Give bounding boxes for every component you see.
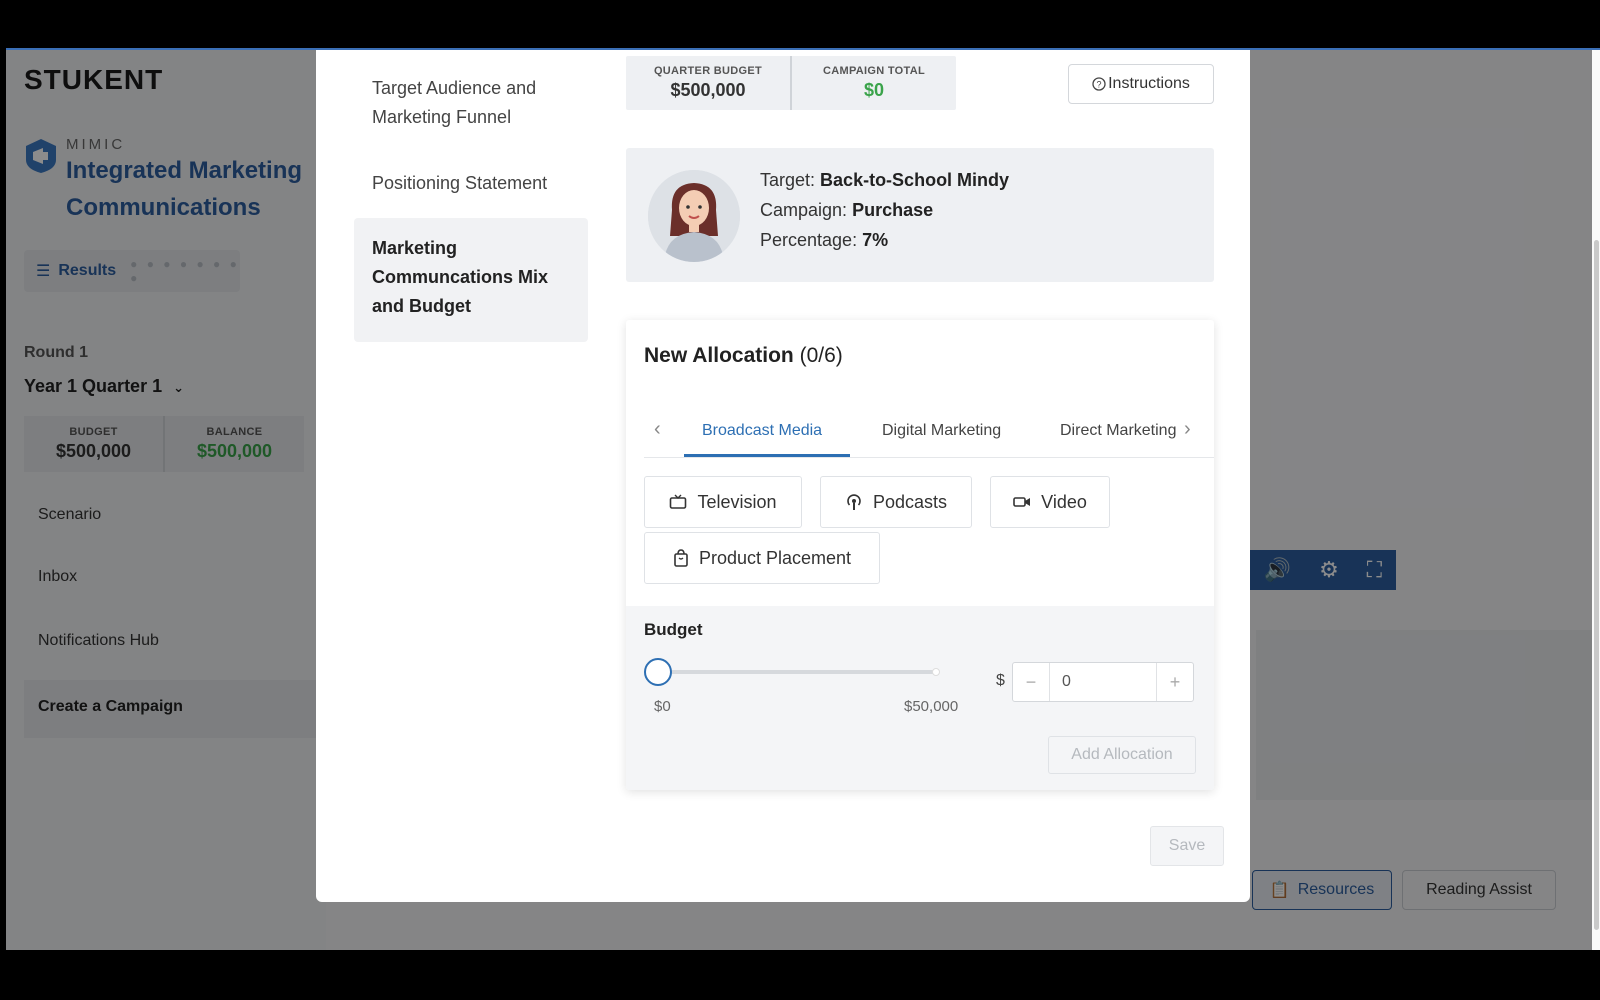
podcast-icon xyxy=(847,494,861,510)
channel-television-button[interactable]: Television xyxy=(644,476,802,528)
decrement-button[interactable]: − xyxy=(1013,663,1049,701)
save-button[interactable]: Save xyxy=(1150,826,1224,866)
persona-avatar xyxy=(648,170,740,262)
svg-text:?: ? xyxy=(1097,80,1102,90)
chevron-left-icon[interactable]: ‹ xyxy=(654,418,661,441)
tab-direct-marketing[interactable]: Direct Marketing xyxy=(1060,422,1184,440)
quarter-budget-value: $500,000 xyxy=(670,80,746,100)
budget-label: Budget xyxy=(644,620,703,639)
quarter-budget-label: QUARTER BUDGET xyxy=(653,65,763,77)
television-icon xyxy=(670,494,687,509)
tab-digital-marketing[interactable]: Digital Marketing xyxy=(882,422,1001,440)
new-allocation-card: New Allocation (0/6) ‹ Broadcast Media D… xyxy=(626,320,1214,790)
allocation-count: (0/6) xyxy=(799,344,843,367)
step-positioning-statement[interactable]: Positioning Statement xyxy=(354,169,614,198)
channel-podcasts-label: Podcasts xyxy=(872,491,948,512)
target-line: Target: Back-to-School Mindy xyxy=(760,170,1009,191)
tab-broadcast-media[interactable]: Broadcast Media xyxy=(702,422,822,440)
percentage-label: Percentage: xyxy=(760,230,858,250)
quarter-budget-stat: QUARTER BUDGET $500,000 xyxy=(626,56,790,110)
active-tab-indicator xyxy=(684,454,850,457)
target-card: Target: Back-to-School Mindy Campaign: P… xyxy=(626,148,1214,282)
slider-max-label: $50,000 xyxy=(904,698,959,715)
budget-slider-handle[interactable] xyxy=(644,658,672,686)
amount-input[interactable]: 0 xyxy=(1049,663,1157,701)
channel-product-placement-label: Product Placement xyxy=(698,547,852,568)
percentage-line: Percentage: 7% xyxy=(760,230,888,251)
channel-video-label: Video xyxy=(1041,491,1087,512)
allocation-title-text: New Allocation xyxy=(644,344,794,367)
scrollbar[interactable] xyxy=(1592,50,1600,950)
budget-slider-track[interactable] xyxy=(660,670,938,674)
slider-min-label: $0 xyxy=(654,698,671,715)
scrollbar-thumb[interactable] xyxy=(1594,240,1599,930)
add-allocation-button[interactable]: Add Allocation xyxy=(1048,736,1196,774)
budget-panel: Budget $0 $50,000 $ − 0 + Add Allocation xyxy=(626,606,1214,790)
percentage-value: 7% xyxy=(862,230,889,250)
target-value: Back-to-School Mindy xyxy=(820,170,1010,190)
campaign-modal: Target Audience and Marketing Funnel Pos… xyxy=(316,50,1250,902)
chevron-right-icon[interactable]: › xyxy=(1184,418,1191,441)
campaign-label: Campaign: xyxy=(760,200,848,220)
step-target-audience[interactable]: Target Audience and Marketing Funnel xyxy=(354,74,588,132)
campaign-total-value: $0 xyxy=(863,80,885,100)
campaign-line: Campaign: Purchase xyxy=(760,200,933,221)
shopping-bag-icon xyxy=(674,549,688,567)
budget-summary: QUARTER BUDGET $500,000 CAMPAIGN TOTAL $… xyxy=(626,56,956,110)
video-camera-icon xyxy=(1013,497,1031,507)
channel-podcasts-button[interactable]: Podcasts xyxy=(820,476,972,528)
allocation-title: New Allocation (0/6) xyxy=(644,344,843,368)
campaign-total-label: CAMPAIGN TOTAL xyxy=(823,65,925,77)
campaign-value: Purchase xyxy=(852,200,934,220)
channel-television-label: Television xyxy=(697,491,777,512)
question-circle-icon: ? xyxy=(1092,77,1106,91)
campaign-total-stat: CAMPAIGN TOTAL $0 xyxy=(790,56,956,110)
instructions-button[interactable]: ? Instructions xyxy=(1068,64,1214,104)
channel-tabs: ‹ Broadcast Media Digital Marketing Dire… xyxy=(644,404,1214,458)
budget-slider-end xyxy=(932,668,940,676)
app-frame: STUKENT MIMIC Integrated Marketing Commu… xyxy=(6,50,1600,950)
amount-stepper: − 0 + xyxy=(1012,662,1194,702)
channel-video-button[interactable]: Video xyxy=(990,476,1110,528)
step-marketing-mix[interactable]: Marketing Communcations Mix and Budget xyxy=(354,218,588,342)
instructions-label: Instructions xyxy=(1108,75,1190,92)
target-label: Target: xyxy=(760,170,816,190)
currency-symbol: $ xyxy=(996,672,1005,689)
channel-product-placement-button[interactable]: Product Placement xyxy=(644,532,880,584)
increment-button[interactable]: + xyxy=(1157,663,1193,701)
